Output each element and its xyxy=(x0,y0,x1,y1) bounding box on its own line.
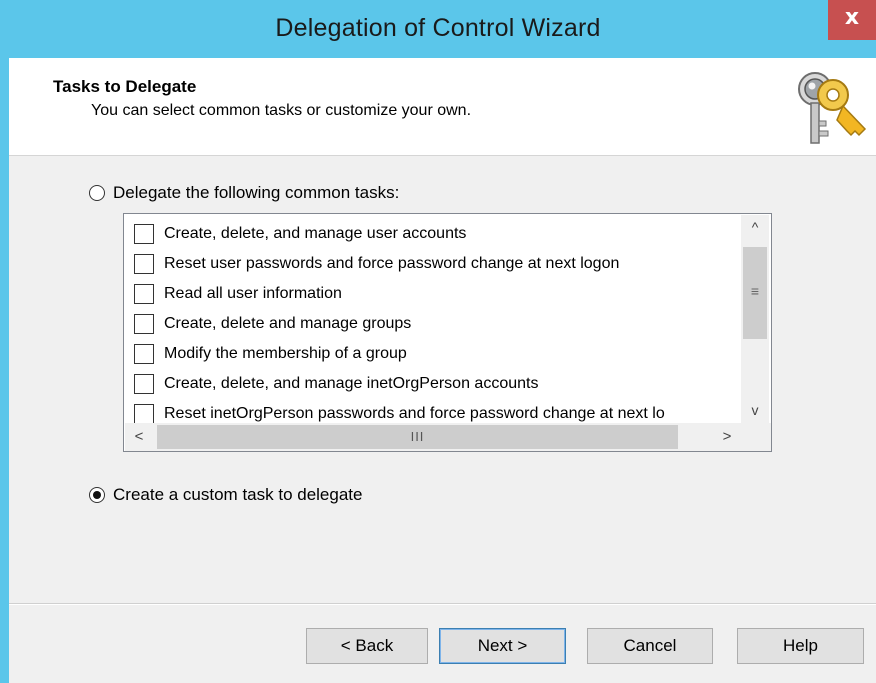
task-list-item[interactable]: Reset user passwords and force password … xyxy=(134,250,739,278)
task-checkbox[interactable] xyxy=(134,374,154,394)
task-label: Modify the membership of a group xyxy=(164,345,407,362)
back-button[interactable]: < Back xyxy=(306,628,428,664)
task-label: Read all user information xyxy=(164,285,342,302)
task-list-item[interactable]: Create, delete, and manage inetOrgPerson… xyxy=(134,370,739,398)
next-button[interactable]: Next > xyxy=(439,628,566,664)
task-checkbox[interactable] xyxy=(134,404,154,424)
keys-icon xyxy=(798,72,867,144)
vertical-scrollbar[interactable]: ^ ≡ v xyxy=(741,215,769,424)
radio-button-checked[interactable] xyxy=(89,487,105,503)
close-button[interactable]: x xyxy=(828,0,876,40)
wizard-header: Tasks to Delegate You can select common … xyxy=(9,58,876,156)
page-title: Tasks to Delegate xyxy=(53,77,197,96)
task-checkbox[interactable] xyxy=(134,284,154,304)
grip-icon: III xyxy=(410,429,425,444)
task-list-item[interactable]: Read all user information xyxy=(134,280,739,308)
scroll-down-button[interactable]: v xyxy=(741,398,769,422)
vertical-scroll-thumb[interactable]: ≡ xyxy=(743,247,767,339)
scroll-right-button[interactable]: > xyxy=(713,423,741,451)
task-label: Reset user passwords and force password … xyxy=(164,255,620,272)
common-tasks-label: Delegate the following common tasks: xyxy=(113,183,400,202)
custom-task-radio[interactable]: Create a custom task to delegate xyxy=(89,485,362,505)
horizontal-scrollbar[interactable]: < III > xyxy=(125,423,741,451)
task-checkbox[interactable] xyxy=(134,224,154,244)
window-title: Delegation of Control Wizard xyxy=(275,14,601,42)
cancel-button[interactable]: Cancel xyxy=(587,628,713,664)
wizard-window: Delegation of Control Wizard x Tasks to … xyxy=(0,0,876,683)
scroll-left-button[interactable]: < xyxy=(125,423,153,451)
task-list-item[interactable]: Create, delete, and manage user accounts xyxy=(134,220,739,248)
task-list-item[interactable]: Modify the membership of a group xyxy=(134,340,739,368)
common-tasks-list[interactable]: Create, delete, and manage user accounts… xyxy=(123,213,772,452)
task-checkbox[interactable] xyxy=(134,314,154,334)
task-label: Create, delete and manage groups xyxy=(164,315,412,332)
task-checkbox[interactable] xyxy=(134,344,154,364)
task-label: Create, delete, and manage user accounts xyxy=(164,225,467,242)
grip-icon: ≡ xyxy=(750,283,760,299)
title-bar: Delegation of Control Wizard x xyxy=(0,0,876,58)
task-checkbox[interactable] xyxy=(134,254,154,274)
custom-task-label: Create a custom task to delegate xyxy=(113,485,363,504)
scroll-up-button[interactable]: ^ xyxy=(741,215,769,239)
dialog-body: Tasks to Delegate You can select common … xyxy=(9,58,876,683)
task-label: Create, delete, and manage inetOrgPerson… xyxy=(164,375,539,392)
scrollbar-corner xyxy=(741,423,771,451)
help-button[interactable]: Help xyxy=(737,628,864,664)
task-list-item[interactable]: Create, delete and manage groups xyxy=(134,310,739,338)
task-label: Reset inetOrgPerson passwords and force … xyxy=(164,405,665,422)
radio-button-unchecked[interactable] xyxy=(89,185,105,201)
horizontal-scroll-thumb[interactable]: III xyxy=(157,425,678,449)
page-subtitle: You can select common tasks or customize… xyxy=(91,102,472,119)
footer-divider xyxy=(9,603,876,605)
common-tasks-radio[interactable]: Delegate the following common tasks: xyxy=(89,183,399,203)
